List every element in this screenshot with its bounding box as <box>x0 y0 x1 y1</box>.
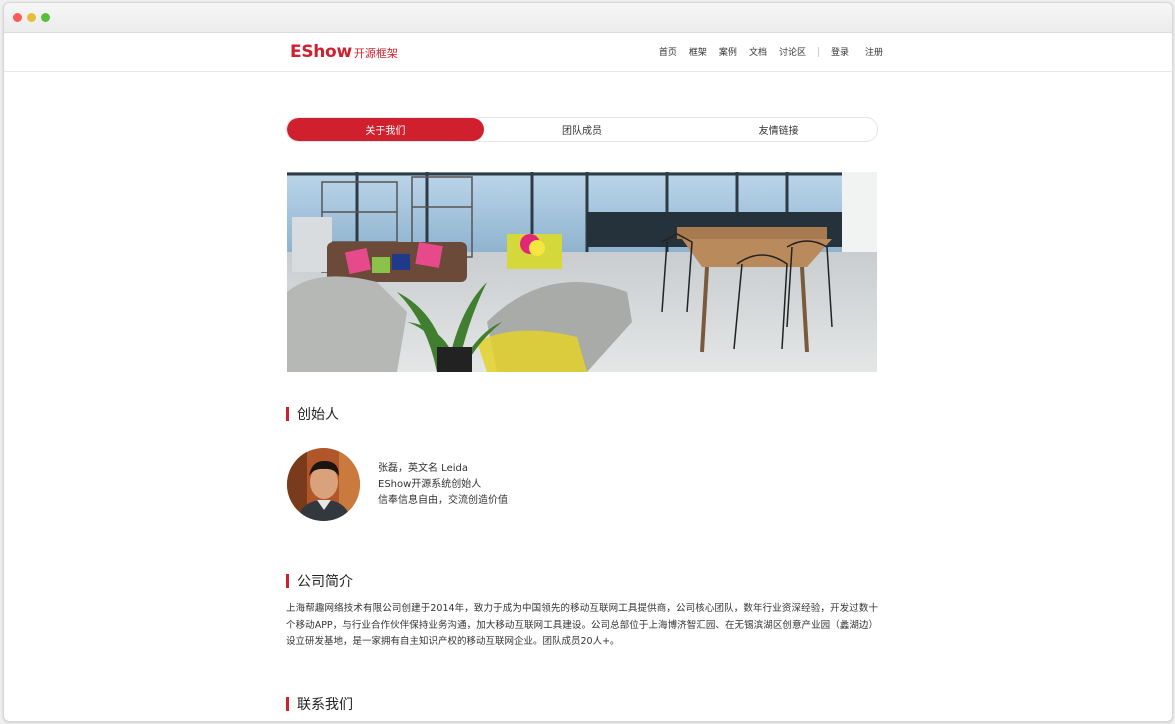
company-heading-text: 公司简介 <box>297 574 353 590</box>
nav-divider <box>817 46 819 57</box>
nav-item-framework[interactable]: 框架 <box>689 45 707 58</box>
minimize-window-button[interactable] <box>27 13 36 22</box>
register-link[interactable]: 注册 <box>865 45 883 58</box>
founder-name: 张磊，英文名 Leida <box>378 463 468 474</box>
login-link[interactable]: 登录 <box>831 45 849 58</box>
nav-item-home[interactable]: 首页 <box>659 45 677 58</box>
brand-logo[interactable]: EShow 开源框架 <box>290 42 398 62</box>
tab-about-us[interactable]: 关于我们 <box>287 118 484 141</box>
founder-portrait <box>287 448 360 521</box>
founder-info: 张磊，英文名 Leida EShow开源系统创始人 信奉信息自由，交流创造价值 <box>378 461 508 509</box>
founder-motto: 信奉信息自由，交流创造价值 <box>378 495 508 506</box>
main-nav: 首页 框架 案例 文档 讨论区 登录 注册 <box>647 45 883 58</box>
heading-accent-bar <box>286 574 289 588</box>
close-window-button[interactable] <box>13 13 22 22</box>
heading-accent-bar <box>286 407 289 421</box>
founder-avatar <box>287 448 360 521</box>
window-titlebar <box>4 3 1172 33</box>
nav-item-cases[interactable]: 案例 <box>719 45 737 58</box>
contact-heading-text: 联系我们 <box>297 697 353 713</box>
company-intro-text: 上海帮趣网络技术有限公司创建于2014年，致力于成为中国领先的移动互联网工具提供… <box>286 603 878 647</box>
contact-heading: 联系我们 <box>286 694 353 714</box>
top-navbar: EShow 开源框架 首页 框架 案例 文档 讨论区 登录 注册 <box>4 33 1172 72</box>
founder-heading-text: 创始人 <box>297 407 339 423</box>
founder-heading: 创始人 <box>286 404 339 424</box>
company-heading: 公司简介 <box>286 571 353 591</box>
tab-friend-links[interactable]: 友情链接 <box>680 118 877 141</box>
heading-accent-bar <box>286 697 289 711</box>
nav-item-docs[interactable]: 文档 <box>749 45 767 58</box>
maximize-window-button[interactable] <box>41 13 50 22</box>
founder-role: EShow开源系统创始人 <box>378 479 482 490</box>
brand-tagline: 开源框架 <box>353 47 398 60</box>
brand-name: EShow <box>290 42 352 62</box>
office-illustration <box>287 172 877 372</box>
about-tabs: 关于我们 团队成员 友情链接 <box>286 117 878 142</box>
nav-item-forum[interactable]: 讨论区 <box>779 45 806 58</box>
tab-team-members[interactable]: 团队成员 <box>484 118 681 141</box>
office-hero-image <box>287 172 877 372</box>
